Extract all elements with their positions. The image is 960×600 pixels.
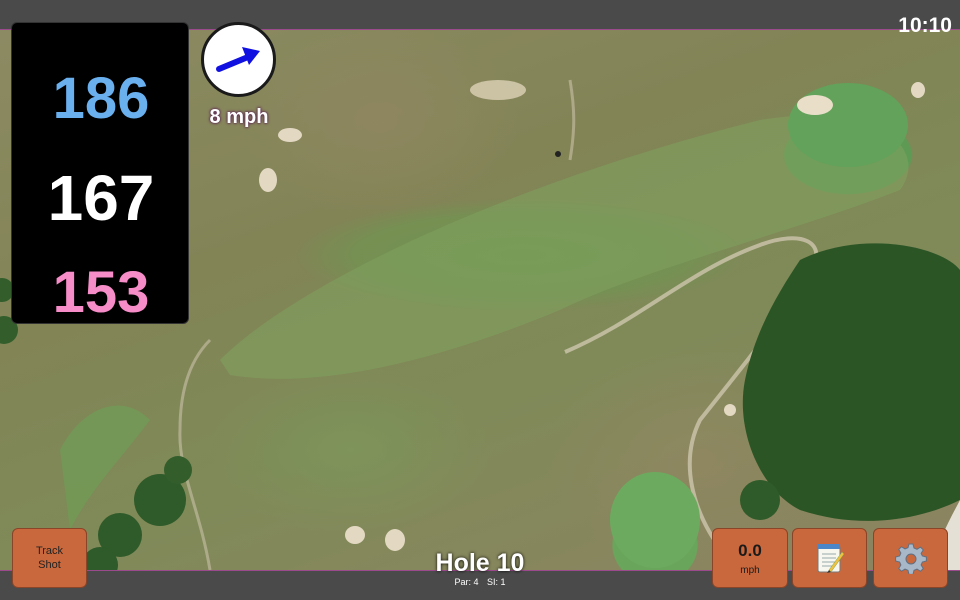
tree (164, 456, 192, 484)
hole-title: Hole 10 (435, 549, 525, 577)
bunker (724, 404, 736, 416)
wind-speed: 8 mph (209, 106, 269, 128)
tree (740, 480, 780, 520)
hole-info: Par: 4 SI: 1 (380, 577, 580, 587)
speed-unit: mph (740, 564, 760, 576)
bunker (345, 526, 365, 544)
bunker (911, 82, 925, 98)
speed-button[interactable]: 0.0 mph (712, 528, 788, 588)
green-top (788, 83, 908, 167)
gear-icon (894, 543, 927, 574)
track-shot-label-line1: Track (35, 545, 64, 557)
back-distance: 186 (52, 66, 150, 131)
bunker (259, 168, 277, 192)
green-bottom (610, 472, 700, 568)
player-marker (555, 151, 561, 157)
hole-stroke-index: SI: 1 (487, 577, 506, 587)
track-shot-label-line2: Shot (38, 559, 61, 571)
cart-path-top (568, 79, 576, 161)
cart-path-left (178, 338, 212, 570)
bunker (470, 80, 526, 100)
middle-distance: 167 (47, 162, 155, 234)
speed-value: 0.0 (738, 540, 762, 560)
bunker (385, 529, 405, 551)
tree-line (742, 243, 960, 521)
wind-direction-indicator (201, 22, 276, 97)
notepad-icon (817, 544, 844, 573)
bunker (278, 128, 302, 142)
front-distance: 153 (52, 260, 150, 325)
hole-par: Par: 4 (454, 577, 479, 587)
notes-button[interactable] (792, 528, 867, 588)
tee-area (60, 405, 150, 530)
bunker (797, 95, 833, 115)
settings-button[interactable] (873, 528, 948, 588)
clock: 10:10 (898, 14, 952, 37)
distance-panel: 186 167 153 (11, 22, 189, 325)
track-shot-button[interactable]: Track Shot (12, 528, 87, 588)
wind-arrow-icon (216, 47, 260, 72)
